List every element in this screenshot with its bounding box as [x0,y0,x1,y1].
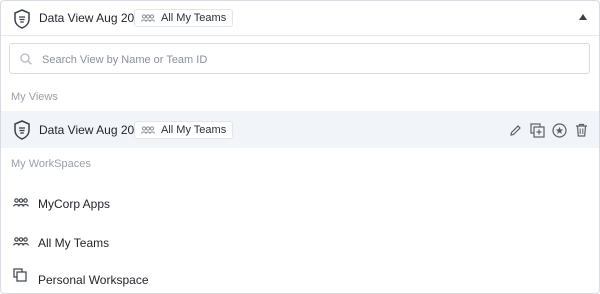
workspace-item-mycorp-apps[interactable]: MyCorp Apps [1,187,599,221]
view-row-actions [507,122,589,138]
favorite-icon[interactable] [551,122,567,138]
view-selector-header[interactable]: Data View Aug 2023 All My Teams [1,1,599,36]
team-icon [141,126,155,134]
team-chip: All My Teams [134,9,234,27]
personal-workspace-icon [13,268,27,282]
search-icon [20,53,32,65]
my-views-heading: My Views [11,91,58,103]
team-chip-label: All My Teams [161,12,227,24]
workspace-label: Personal Workspace [38,273,149,287]
workspace-label: MyCorp Apps [38,197,111,211]
team-chip-label: All My Teams [161,124,227,136]
my-workspaces-heading: My WorkSpaces [11,158,91,170]
workspace-label: All My Teams [38,236,110,250]
view-name: Data View Aug 2023 [39,123,148,137]
team-icon [13,198,29,207]
caret-up-icon[interactable] [579,14,587,20]
edit-icon[interactable] [507,122,523,138]
shield-icon [14,120,30,140]
delete-icon[interactable] [573,122,589,138]
team-chip: All My Teams [134,121,234,139]
shield-icon [14,9,30,29]
view-row[interactable]: Data View Aug 2023 All My Teams [1,111,599,148]
search-box [9,43,590,74]
selected-view-name: Data View Aug 2023 [39,11,148,25]
workspace-item-all-my-teams[interactable]: All My Teams [1,226,599,260]
workspace-item-personal-workspace[interactable]: Personal Workspace [1,263,599,293]
search-input[interactable] [40,50,584,70]
team-icon [141,14,155,22]
view-selector-panel: Data View Aug 2023 All My Teams My Views [0,0,600,294]
team-icon [13,237,29,246]
duplicate-icon[interactable] [529,122,545,138]
